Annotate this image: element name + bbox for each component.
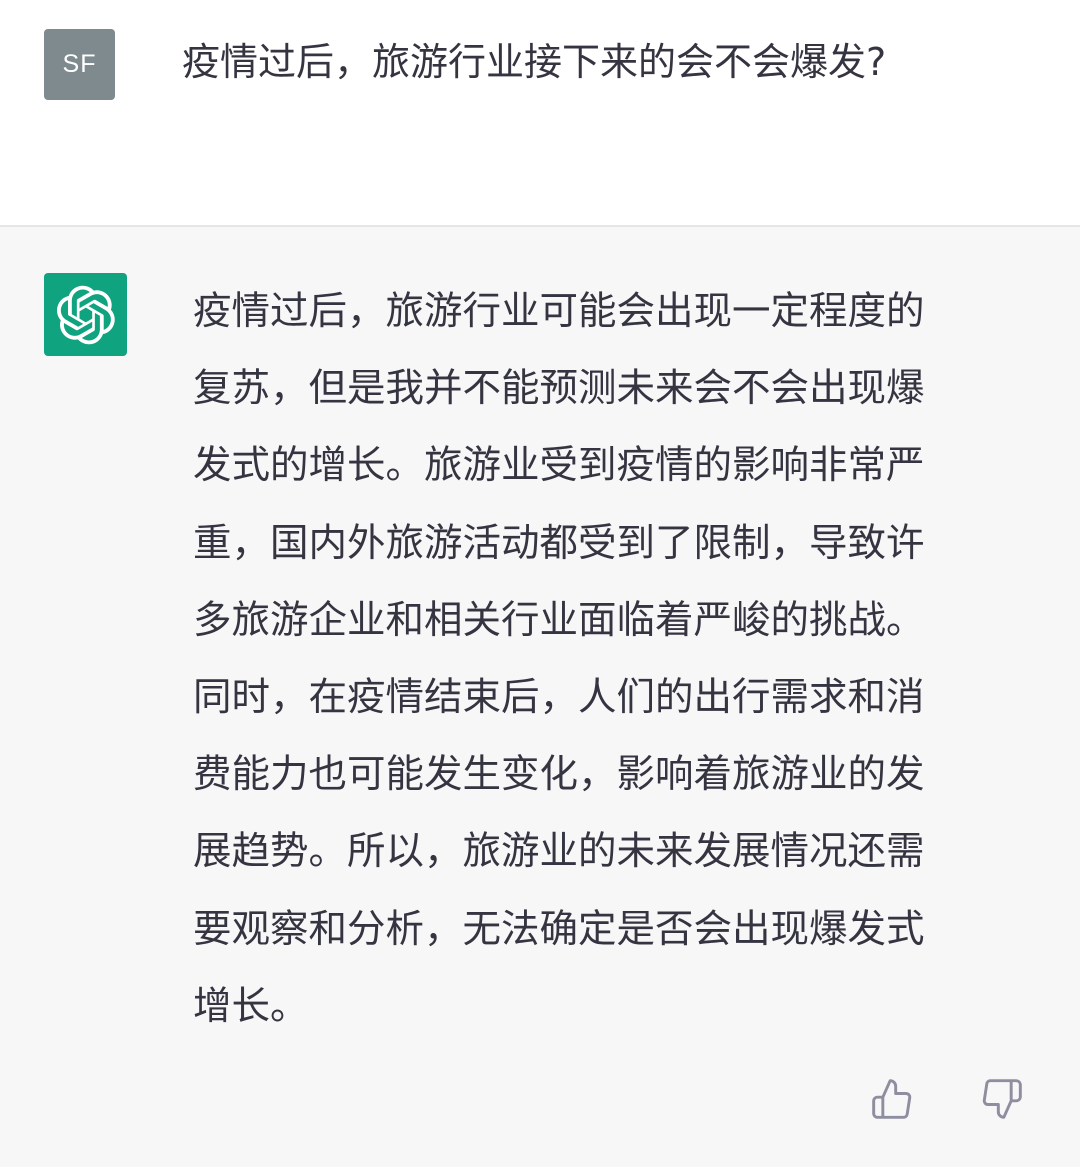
answer-line: 展趋势。所以，旅游业的未来发展情况还需 xyxy=(193,829,925,875)
assistant-message-text: 疫情过后，旅游行业可能会出现一定程度的 复苏，但是我并不能预测未来会不会出现爆 … xyxy=(193,273,1043,1045)
openai-logo-icon xyxy=(44,273,127,356)
thumbs-down-button[interactable] xyxy=(978,1075,1026,1123)
answer-line: 增长。 xyxy=(193,983,309,1029)
answer-line: 发式的增长。旅游业受到疫情的影响非常严 xyxy=(193,443,925,489)
thumbs-up-button[interactable] xyxy=(868,1075,916,1123)
answer-line: 复苏，但是我并不能预测未来会不会出现爆 xyxy=(193,366,925,412)
answer-line: 多旅游企业和相关行业面临着严峻的挑战。 xyxy=(193,597,925,643)
user-avatar: SF xyxy=(44,29,115,100)
answer-line: 要观察和分析，无法确定是否会出现爆发式 xyxy=(193,906,925,952)
answer-line: 同时，在疫情结束后，人们的出行需求和消 xyxy=(193,674,925,720)
answer-line: 重，国内外旅游活动都受到了限制，导致许 xyxy=(193,520,925,566)
user-message-text: 疫情过后，旅游行业接下来的会不会爆发? xyxy=(182,40,887,84)
answer-line: 疫情过后，旅游行业可能会出现一定程度的 xyxy=(193,289,925,334)
assistant-message-row: 疫情过后，旅游行业可能会出现一定程度的 复苏，但是我并不能预测未来会不会出现爆 … xyxy=(0,227,1080,1167)
thumbs-up-icon xyxy=(872,1079,912,1119)
user-message-row: SF 疫情过后，旅游行业接下来的会不会爆发? xyxy=(0,0,1080,227)
thumbs-down-icon xyxy=(982,1079,1022,1119)
answer-line: 费能力也可能发生变化，影响着旅游业的发 xyxy=(193,752,925,798)
